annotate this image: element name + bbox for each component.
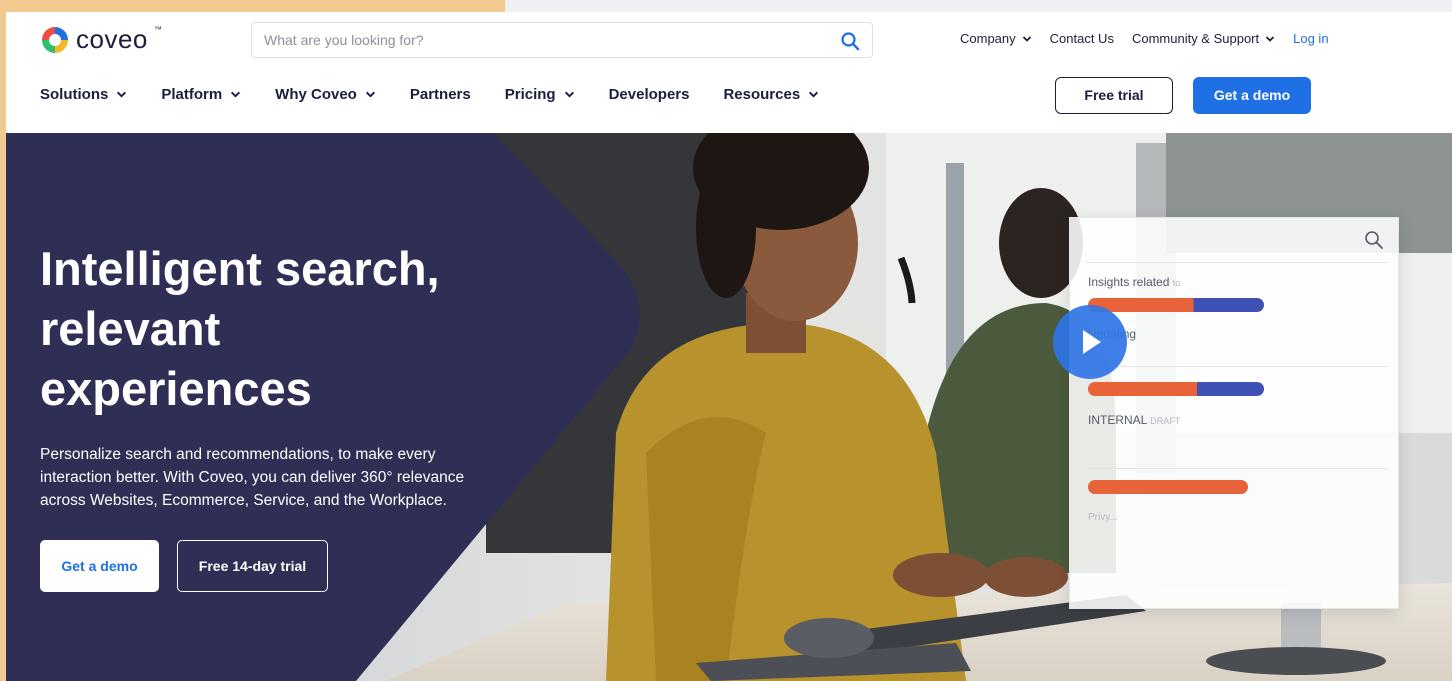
divider: [1085, 262, 1388, 263]
util-nav-contact-label: Contact Us: [1049, 31, 1114, 46]
background-strip: [0, 0, 505, 12]
nav-developers-label: Developers: [608, 86, 690, 103]
search-results-card: Insights related to Updating INTERNAL DR…: [1069, 217, 1399, 609]
card-internal-faded: DRAFT: [1150, 416, 1181, 426]
nav-platform-label: Platform: [161, 86, 223, 103]
chevron-down-icon: [1022, 35, 1031, 42]
util-nav-company-label: Company: [960, 31, 1016, 46]
card-insights-faded: to: [1172, 278, 1181, 288]
hero-free-trial-button[interactable]: Free 14-day trial: [177, 540, 328, 592]
hero-section: Intelligent search, relevant experiences…: [6, 133, 1452, 681]
card-insights-text: Insights related: [1088, 275, 1170, 289]
page-strip: [505, 0, 1452, 12]
search-input[interactable]: [252, 23, 824, 57]
logo-trademark: ™: [153, 25, 162, 34]
chevron-down-icon: [564, 91, 574, 98]
nav-resources-label: Resources: [723, 86, 801, 103]
main-nav: Solutions Platform Why Coveo Partners Pr…: [40, 86, 853, 103]
util-nav-contact[interactable]: Contact Us: [1050, 31, 1114, 46]
nav-pricing[interactable]: Pricing: [505, 86, 575, 103]
get-demo-button[interactable]: Get a demo: [1193, 77, 1311, 114]
site-header: coveo ™ Company Contact Us Community & S…: [6, 12, 1452, 133]
play-video-button[interactable]: [1053, 305, 1127, 379]
coveo-logo[interactable]: coveo ™: [40, 24, 162, 55]
login-link[interactable]: Log in: [1293, 31, 1328, 46]
logo-wordmark: coveo: [76, 24, 148, 54]
util-nav-community[interactable]: Community & Support: [1132, 31, 1275, 46]
card-internal-label: INTERNAL DRAFT: [1088, 413, 1180, 427]
hero-buttons: Get a demo Free 14-day trial: [40, 540, 328, 592]
progress-bar: [1088, 480, 1248, 494]
nav-resources[interactable]: Resources: [723, 86, 819, 103]
site-search: [251, 22, 873, 58]
hero-subtitle: Personalize search and recommendations, …: [40, 446, 465, 509]
util-nav-company[interactable]: Company: [960, 31, 1032, 46]
chevron-down-icon: [1265, 35, 1275, 42]
nav-why-coveo[interactable]: Why Coveo: [275, 86, 376, 103]
free-trial-button[interactable]: Free trial: [1055, 77, 1173, 114]
card-insights-label: Insights related to: [1088, 275, 1180, 289]
hero-title: Intelligent search, relevant experiences: [40, 242, 440, 415]
nav-platform[interactable]: Platform: [161, 86, 241, 103]
chevron-down-icon: [117, 91, 127, 98]
hero-get-demo-button[interactable]: Get a demo: [40, 540, 159, 592]
divider: [1085, 468, 1388, 469]
hero-copy: Intelligent search, relevant experiences…: [40, 239, 510, 528]
nav-solutions-label: Solutions: [40, 86, 109, 103]
search-icon: [1365, 231, 1383, 249]
card-faded-label: Privy...: [1088, 512, 1118, 523]
util-nav-community-label: Community & Support: [1131, 31, 1260, 46]
nav-partners[interactable]: Partners: [410, 86, 471, 103]
browser-viewport: coveo ™ Company Contact Us Community & S…: [6, 12, 1452, 681]
chevron-down-icon: [809, 91, 819, 98]
nav-why-coveo-label: Why Coveo: [275, 86, 357, 103]
divider: [1085, 366, 1388, 367]
nav-solutions[interactable]: Solutions: [40, 86, 127, 103]
chevron-down-icon: [365, 91, 375, 98]
play-icon: [1083, 330, 1101, 354]
nav-pricing-label: Pricing: [504, 86, 556, 103]
nav-developers[interactable]: Developers: [609, 86, 690, 103]
coveo-logo-icon: [42, 26, 68, 53]
progress-bar: [1088, 298, 1264, 312]
search-icon[interactable]: [840, 31, 860, 51]
chevron-down-icon: [231, 91, 241, 98]
nav-partners-label: Partners: [409, 86, 471, 103]
utility-nav: Company Contact Us Community & Support L…: [960, 31, 1329, 46]
progress-bar: [1088, 382, 1264, 396]
card-internal-text: INTERNAL: [1088, 413, 1147, 427]
